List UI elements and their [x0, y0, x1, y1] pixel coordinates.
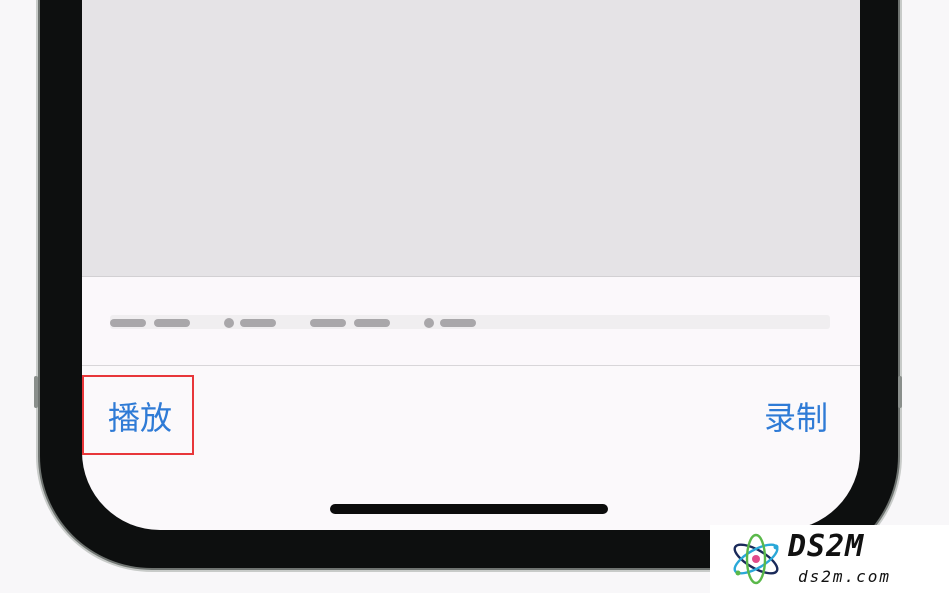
waveform-segment	[440, 319, 476, 327]
waveform-track[interactable]	[110, 315, 830, 329]
watermark-domain: ds2m.com	[798, 567, 892, 586]
waveform-dot	[424, 318, 434, 328]
waveform-segment	[240, 319, 276, 327]
waveform-segment	[310, 319, 346, 327]
waveform-row	[82, 277, 860, 366]
waveform-segment	[354, 319, 390, 327]
waveform-dot	[224, 318, 234, 328]
recording-content-area	[82, 0, 860, 277]
atom-logo-icon	[733, 533, 779, 585]
side-button-left	[34, 376, 38, 408]
home-indicator[interactable]	[330, 504, 608, 514]
watermark: DS2M ds2m.com	[710, 525, 949, 593]
side-button-right	[898, 376, 902, 408]
phone-screen: 播放 录制	[82, 0, 860, 530]
highlight-annotation-box	[82, 375, 194, 455]
watermark-brand: DS2M	[788, 529, 865, 564]
record-button[interactable]: 录制	[764, 398, 828, 438]
waveform-segment	[110, 319, 146, 327]
waveform-segment	[154, 319, 190, 327]
